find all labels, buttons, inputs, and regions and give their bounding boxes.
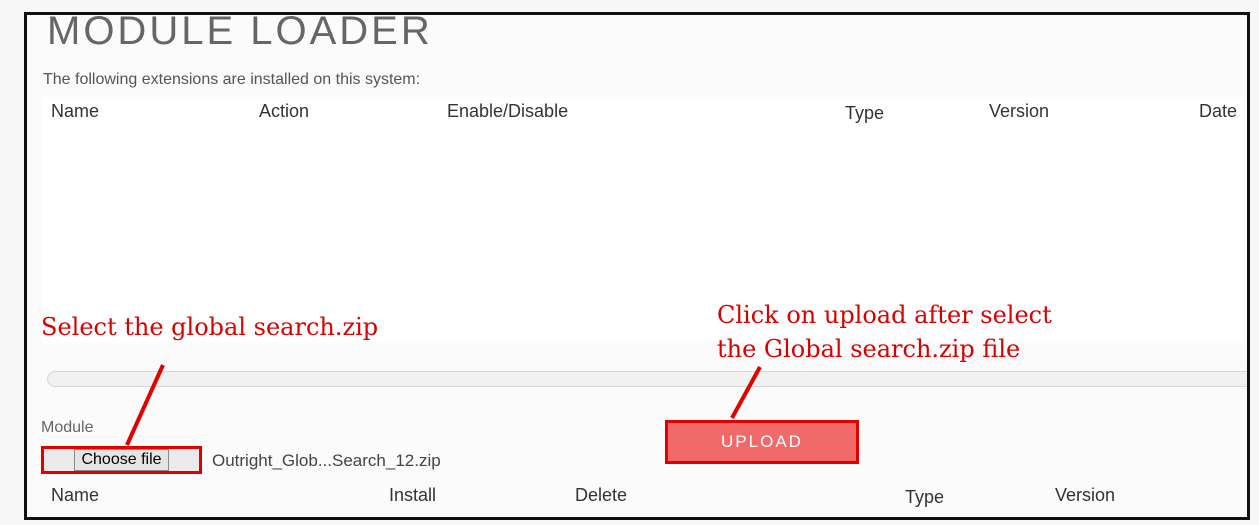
horizontal-scrollbar[interactable] (47, 371, 1247, 387)
annotation-click-upload-line2: the Global search.zip file (717, 335, 1021, 363)
annotation-click-upload-line1: Click on upload after select (717, 301, 1052, 329)
annotation-select-file: Select the global search.zip (41, 313, 379, 341)
upload-column-header-type[interactable]: Type (905, 487, 944, 508)
column-header-action[interactable]: Action (259, 101, 309, 122)
upload-column-header-version[interactable]: Version (1055, 485, 1115, 506)
module-field-label: Module (41, 419, 94, 436)
selected-file-name: Outright_Glob...Search_12.zip (212, 451, 441, 470)
column-header-name[interactable]: Name (51, 101, 99, 122)
column-header-date[interactable]: Date (1199, 101, 1237, 122)
column-header-type[interactable]: Type (845, 103, 884, 124)
upload-button-label[interactable]: UPLOAD (721, 432, 803, 452)
choose-file-label[interactable]: Choose file (74, 449, 169, 471)
upload-column-header-delete[interactable]: Delete (575, 485, 627, 506)
module-loader-panel: MODULE LOADER The following extensions a… (24, 12, 1250, 520)
choose-file-button[interactable]: Choose file (41, 446, 202, 474)
installed-extensions-caption: The following extensions are installed o… (43, 71, 421, 88)
column-header-enable-disable[interactable]: Enable/Disable (447, 101, 568, 122)
upload-button[interactable]: UPLOAD (665, 420, 859, 464)
column-header-version[interactable]: Version (989, 101, 1049, 122)
upload-column-header-install[interactable]: Install (389, 485, 436, 506)
installed-extensions-table (41, 97, 1247, 343)
page-title: MODULE LOADER (47, 12, 433, 53)
upload-column-header-name[interactable]: Name (51, 485, 99, 506)
